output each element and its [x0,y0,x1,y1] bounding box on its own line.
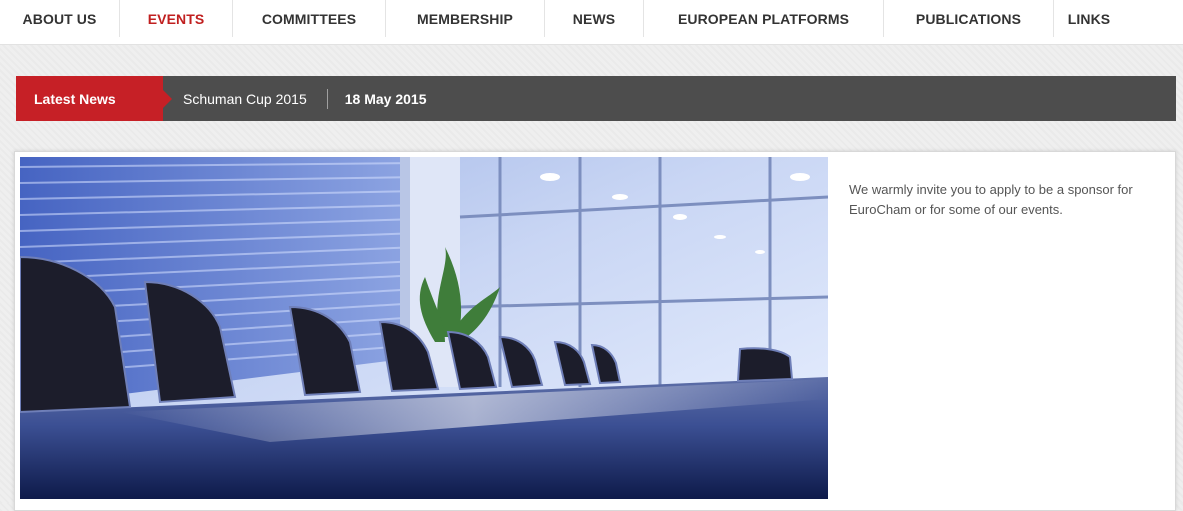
nav-item-about-us[interactable]: ABOUT US [0,0,120,37]
nav-item-news[interactable]: NEWS [545,0,644,37]
nav-item-committees[interactable]: COMMITTEES [233,0,386,37]
nav-item-publications[interactable]: PUBLICATIONS [884,0,1054,37]
nav-item-membership[interactable]: MEMBERSHIP [386,0,545,37]
latest-news-ticker: Latest News Schuman Cup 2015 18 May 2015 [16,76,1176,121]
nav-item-events[interactable]: EVENTS [120,0,233,37]
nav-item-european-platforms[interactable]: EUROPEAN PLATFORMS [644,0,884,37]
news-headline-link[interactable]: Schuman Cup 2015 [183,91,307,107]
nav-item-links[interactable]: LINKS [1054,0,1124,37]
featured-content-card: We warmly invite you to apply to be a sp… [14,151,1176,511]
main-navigation: ABOUT US EVENTS COMMITTEES MEMBERSHIP NE… [0,0,1183,45]
latest-news-label: Latest News [16,76,172,121]
ticker-divider [326,88,328,109]
conference-room-photo [20,157,828,499]
sponsor-invitation-text: We warmly invite you to apply to be a sp… [849,182,1133,217]
news-date: 18 May 2015 [344,90,427,107]
